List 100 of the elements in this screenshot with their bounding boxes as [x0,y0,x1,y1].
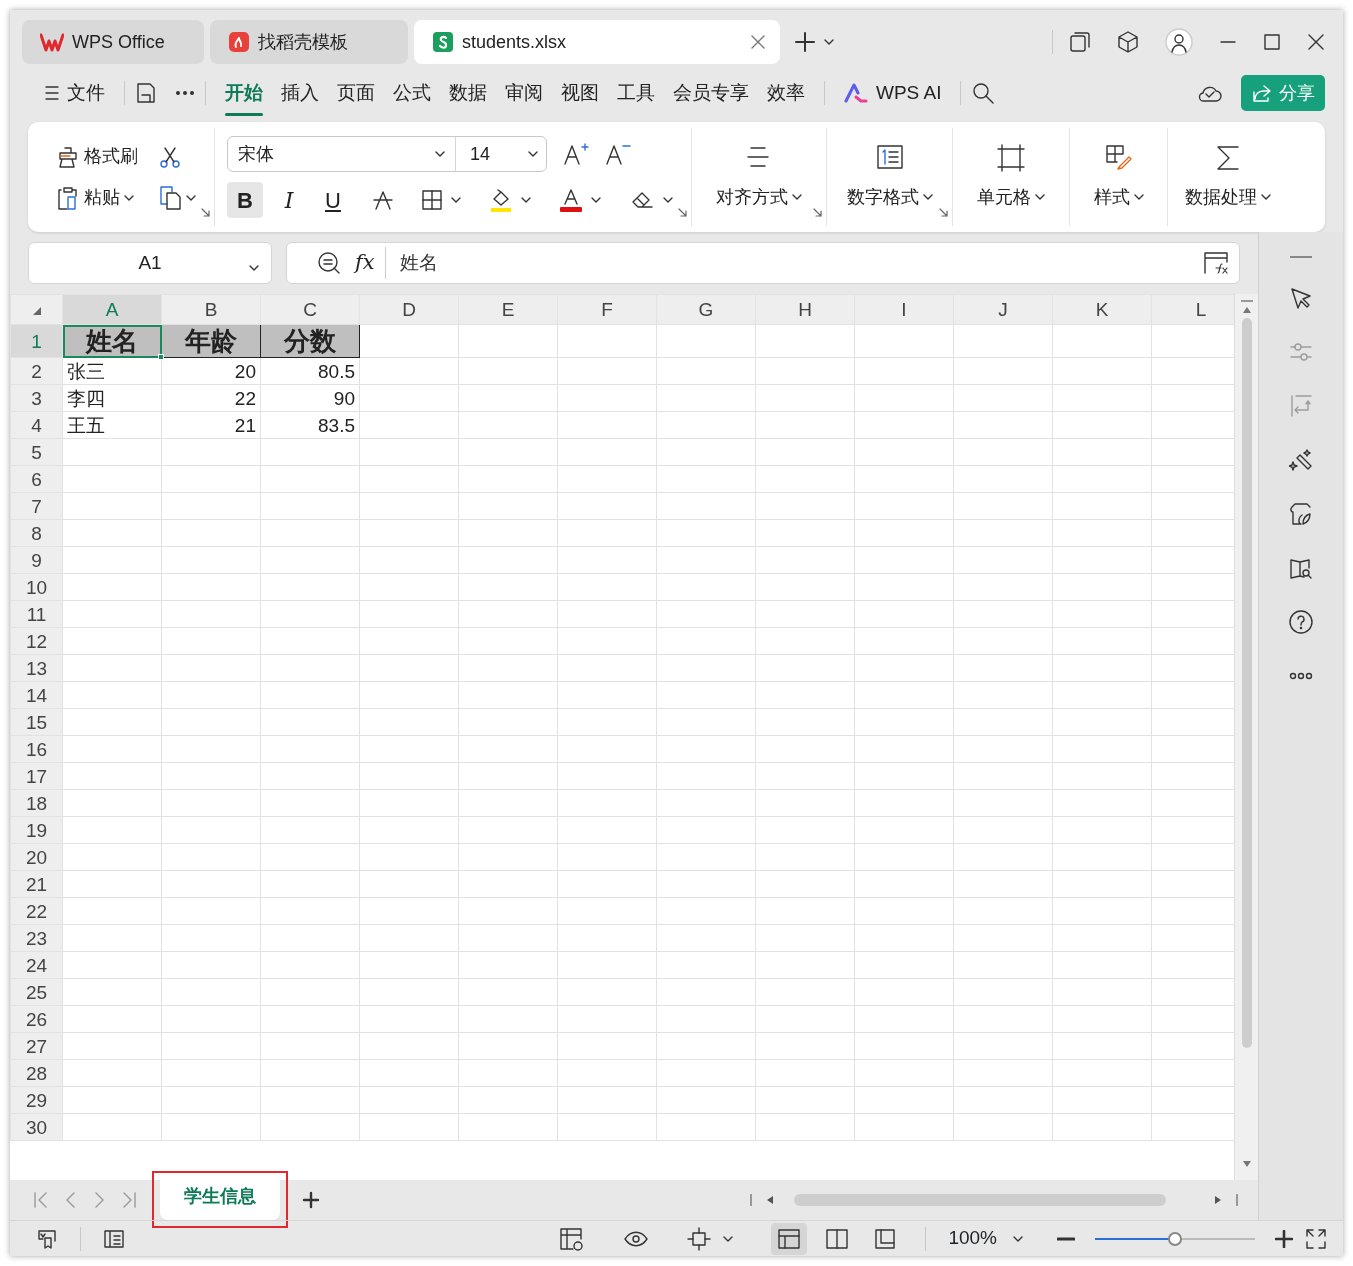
ribbon-tab[interactable]: 效率 [758,74,814,117]
scroll-left-icon[interactable] [766,1195,774,1205]
ribbon-tab[interactable]: 页面 [328,74,384,117]
format-painter-button[interactable]: 格式刷 [52,141,142,172]
slider-thumb[interactable] [1168,1231,1182,1246]
expand-corner-icon[interactable] [201,207,210,217]
ribbon-tab[interactable]: 视图 [552,74,608,117]
number-group-button[interactable]: 数字格式 [827,141,952,213]
row-header[interactable]: 12 [10,627,63,655]
ai-button[interactable]: WPS AI [835,74,951,117]
sum-group-button[interactable]: 数据处理 [1168,141,1288,213]
book-search-icon[interactable] [1289,556,1313,580]
ribbon-tab[interactable]: 开始 [216,74,272,117]
row-header[interactable]: 19 [10,816,63,844]
search-icon[interactable] [971,81,996,105]
window-tab[interactable]: 找稻壳模板 [210,20,408,64]
shop-leaf-icon[interactable] [1289,502,1313,526]
expand-corner-icon[interactable] [678,207,687,217]
window-copy-icon[interactable] [1069,31,1091,53]
column-header[interactable]: A [62,294,162,325]
column-header[interactable]: I [854,294,954,325]
zoom-in-icon[interactable] [1275,1229,1293,1248]
expand-corner-icon[interactable] [939,207,948,217]
name-box[interactable]: A1 [28,242,272,284]
align-group-button[interactable]: 对齐方式 [692,141,826,213]
row-header[interactable]: 28 [10,1059,63,1087]
row-header[interactable]: 23 [10,924,63,952]
ribbon-tab[interactable]: 插入 [272,74,328,117]
formula-panel-icon[interactable] [1203,251,1229,275]
horizontal-scrollbar-thumb[interactable] [794,1194,1166,1206]
formula-field[interactable]: 姓名 [399,248,1189,278]
window-tab[interactable]: WPS Office [22,20,204,64]
ribbon-tab[interactable]: 数据 [440,74,496,117]
row-header[interactable]: 20 [10,843,63,871]
normal-view-button[interactable] [771,1222,808,1255]
row-header[interactable]: 14 [10,681,63,709]
column-header[interactable]: K [1052,294,1152,325]
row-header[interactable]: 7 [10,492,63,520]
italic-button[interactable]: I [271,182,307,218]
row-header[interactable]: 5 [10,438,63,466]
row-header[interactable]: 26 [10,1005,63,1033]
style-group-button[interactable]: 样式 [1070,141,1167,213]
borders-icon[interactable] [421,189,443,211]
row-header[interactable]: 4 [10,411,63,439]
move-icon[interactable] [687,1226,712,1251]
add-sheet-icon[interactable] [302,1191,320,1209]
scroll-up-icon[interactable] [1241,306,1252,314]
avatar-icon[interactable] [1165,28,1193,56]
font-size-dropdown[interactable]: 14 [456,137,546,171]
grow-font-icon[interactable] [563,142,589,166]
column-header[interactable]: L [1151,294,1234,325]
row-header[interactable]: 13 [10,654,63,682]
paste-button[interactable]: 粘贴 [52,182,138,213]
row-header[interactable]: 1 [10,324,63,358]
ribbon-tab[interactable]: 审阅 [496,74,552,117]
cursor-icon[interactable] [1289,286,1313,310]
ribbon-tab[interactable]: 公式 [384,74,440,117]
zoom-formula-icon[interactable] [317,251,341,275]
row-header[interactable]: 21 [10,870,63,898]
file-menu[interactable]: 文件 [36,74,114,117]
shrink-font-icon[interactable] [605,142,631,166]
row-header[interactable]: 2 [10,357,63,385]
close-icon[interactable] [750,34,766,50]
font-dropdown[interactable]: 宋体 [228,137,456,171]
scroll-down-icon[interactable] [1241,1160,1252,1168]
column-header[interactable]: C [260,294,360,325]
column-header[interactable]: E [458,294,558,325]
font-color-icon[interactable] [559,187,583,213]
strikethrough-icon[interactable] [371,188,395,212]
expand-corner-icon[interactable] [813,207,822,217]
outline-panel-icon[interactable] [103,1228,125,1249]
row-header[interactable]: 18 [10,789,63,817]
close-icon[interactable] [1307,33,1325,51]
row-header[interactable]: 25 [10,978,63,1006]
ribbon-tab[interactable]: 工具 [608,74,664,117]
bold-button[interactable]: B [227,182,263,218]
scrollbar-thumb[interactable] [1241,318,1252,1048]
column-header[interactable]: F [557,294,657,325]
row-header[interactable]: 11 [10,600,63,628]
row-header[interactable]: 24 [10,951,63,979]
row-header[interactable]: 16 [10,735,63,763]
function-button[interactable]: fx [355,247,386,279]
scroll-right-icon[interactable] [1214,1195,1222,1205]
column-header[interactable]: D [359,294,459,325]
row-header[interactable]: 6 [10,465,63,493]
row-header[interactable]: 29 [10,1086,63,1114]
row-header[interactable]: 10 [10,573,63,601]
cube-icon[interactable] [1117,31,1139,53]
row-header[interactable]: 3 [10,384,63,412]
window-tab[interactable]: students.xlsx [414,20,780,64]
row-header[interactable]: 15 [10,708,63,736]
maximize-icon[interactable] [1263,33,1281,51]
row-header[interactable]: 9 [10,546,63,574]
column-header[interactable]: B [161,294,261,325]
column-header[interactable]: G [656,294,756,325]
fill-color-icon[interactable] [489,187,513,213]
cell-group-button[interactable]: 单元格 [953,141,1069,213]
magic-wand-icon[interactable] [1289,448,1313,472]
fullscreen-icon[interactable] [1305,1227,1327,1250]
row-header[interactable]: 22 [10,897,63,925]
